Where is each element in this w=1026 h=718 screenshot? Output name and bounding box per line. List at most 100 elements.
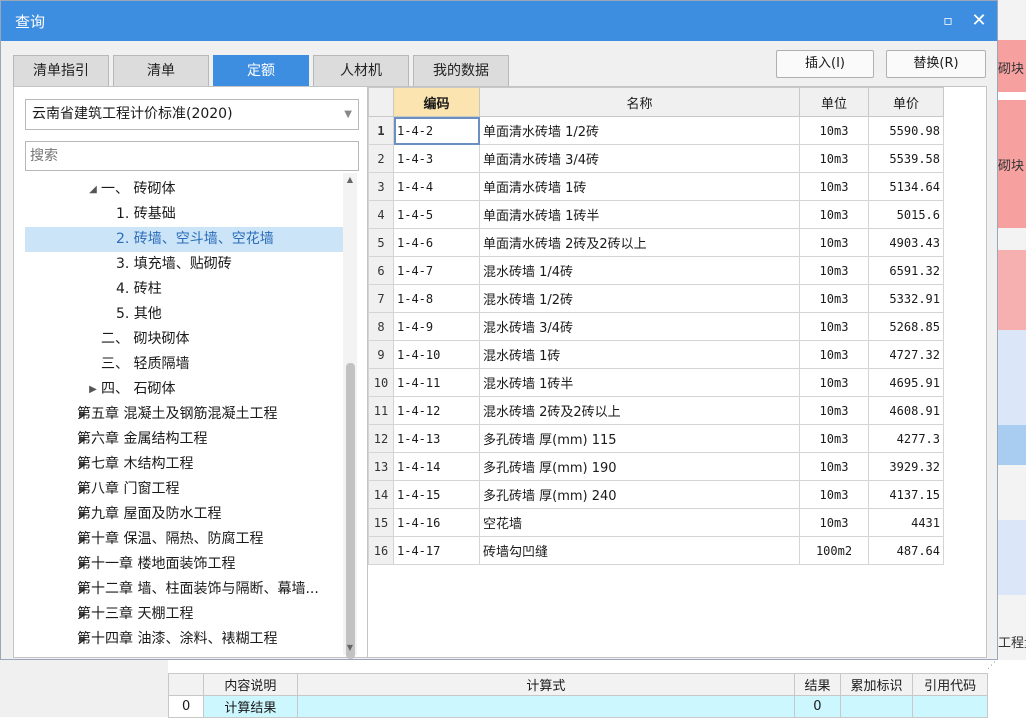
grid-cell-unit[interactable]: 10m3 — [799, 340, 869, 369]
grid-cell-name[interactable]: 多孔砖墙 厚(mm) 115 — [479, 424, 800, 453]
grid-cell-code[interactable]: 1-4-9 — [393, 312, 480, 341]
grid-cell-unit[interactable]: 10m3 — [799, 424, 869, 453]
tab-my-data[interactable]: 我的数据 — [413, 55, 509, 87]
tree-item[interactable]: ▶ 第七章 木结构工程 — [25, 452, 345, 477]
grid-cell-name[interactable]: 多孔砖墙 厚(mm) 240 — [479, 480, 800, 509]
bg-col-accum[interactable]: 累加标识 — [839, 673, 914, 696]
col-code[interactable]: 编码 — [393, 87, 480, 117]
grid-row[interactable]: 6 1-4-7 混水砖墙 1/4砖 10m3 6591.32 — [368, 256, 944, 285]
grid-cell-price[interactable]: 5332.91 — [868, 284, 944, 313]
grid-cell-code[interactable]: 1-4-7 — [393, 256, 480, 285]
bg-col-result[interactable]: 结果 — [794, 673, 841, 696]
grid-cell-unit[interactable]: 10m3 — [799, 396, 869, 425]
tree-item[interactable]: ▶ 四、 石砌体 — [25, 377, 345, 402]
grid-cell-name[interactable]: 多孔砖墙 厚(mm) 190 — [479, 452, 800, 481]
grid-cell-unit[interactable]: 100m2 — [799, 536, 869, 565]
grid-cell-name[interactable]: 混水砖墙 3/4砖 — [479, 312, 800, 341]
grid-row[interactable]: 4 1-4-5 单面清水砖墙 1砖半 10m3 5015.6 — [368, 200, 944, 229]
grid-cell-unit[interactable]: 10m3 — [799, 312, 869, 341]
grid-cell-price[interactable]: 487.64 — [868, 536, 944, 565]
grid-cell-unit[interactable]: 10m3 — [799, 200, 869, 229]
grid-row[interactable]: 7 1-4-8 混水砖墙 1/2砖 10m3 5332.91 — [368, 284, 944, 313]
tree-item[interactable]: ▶ 第十四章 油漆、涂料、裱糊工程 — [25, 627, 345, 651]
col-price[interactable]: 单价 — [868, 87, 944, 117]
chevron-down-icon[interactable]: ▼ — [344, 100, 352, 129]
grid-cell-code[interactable]: 1-4-16 — [393, 508, 480, 537]
tree-item[interactable]: ▶ 第六章 金属结构工程 — [25, 427, 345, 452]
bg-row-formula[interactable] — [296, 695, 796, 718]
grid-cell-unit[interactable]: 10m3 — [799, 256, 869, 285]
grid-cell-code[interactable]: 1-4-2 — [393, 116, 480, 145]
grid-row[interactable]: 15 1-4-16 空花墙 10m3 4431 — [368, 508, 944, 537]
close-icon[interactable]: ✕ — [967, 9, 991, 33]
grid-row[interactable]: 8 1-4-9 混水砖墙 3/4砖 10m3 5268.85 — [368, 312, 944, 341]
grid-row[interactable]: 12 1-4-13 多孔砖墙 厚(mm) 115 10m3 4277.3 — [368, 424, 944, 453]
grid-cell-unit[interactable]: 10m3 — [799, 452, 869, 481]
tree-scroll-thumb[interactable] — [346, 363, 355, 659]
replace-button[interactable]: 替换(R) — [886, 50, 986, 78]
grid-cell-price[interactable]: 4277.3 — [868, 424, 944, 453]
grid-cell-code[interactable]: 1-4-4 — [393, 172, 480, 201]
grid-row[interactable]: 1 1-4-2 单面清水砖墙 1/2砖 10m3 5590.98 — [368, 116, 944, 145]
grid-cell-price[interactable]: 4903.43 — [868, 228, 944, 257]
tree-item[interactable]: ▶ 第五章 混凝土及钢筋混凝土工程 — [25, 402, 345, 427]
col-unit[interactable]: 单位 — [799, 87, 869, 117]
search-input[interactable] — [25, 141, 359, 171]
grid-row[interactable]: 11 1-4-12 混水砖墙 2砖及2砖以上 10m3 4608.91 — [368, 396, 944, 425]
bg-row-desc[interactable]: 计算结果 — [203, 695, 298, 718]
tree-item[interactable]: ▶ 第八章 门窗工程 — [25, 477, 345, 502]
grid-row[interactable]: 5 1-4-6 单面清水砖墙 2砖及2砖以上 10m3 4903.43 — [368, 228, 944, 257]
grid-cell-name[interactable]: 单面清水砖墙 1砖 — [479, 172, 800, 201]
grid-cell-code[interactable]: 1-4-15 — [393, 480, 480, 509]
grid-cell-unit[interactable]: 10m3 — [799, 116, 869, 145]
tree-item[interactable]: 二、 砌块砌体 — [25, 327, 345, 352]
tree-item[interactable]: 2. 砖墙、空斗墙、空花墙 — [25, 227, 345, 252]
grid-cell-code[interactable]: 1-4-13 — [393, 424, 480, 453]
grid-cell-unit[interactable]: 10m3 — [799, 480, 869, 509]
grid-row[interactable]: 2 1-4-3 单面清水砖墙 3/4砖 10m3 5539.58 — [368, 144, 944, 173]
grid-cell-price[interactable]: 3929.32 — [868, 452, 944, 481]
grid-cell-unit[interactable]: 10m3 — [799, 284, 869, 313]
tree-item[interactable]: ▶ 第十二章 墙、柱面装饰与隔断、幕墙... — [25, 577, 345, 602]
grid-cell-name[interactable]: 混水砖墙 2砖及2砖以上 — [479, 396, 800, 425]
grid-cell-code[interactable]: 1-4-6 — [393, 228, 480, 257]
scroll-up-icon[interactable]: ▲ — [343, 173, 357, 187]
tree-item[interactable]: ▶ 第十章 保温、隔热、防腐工程 — [25, 527, 345, 552]
grid-cell-unit[interactable]: 10m3 — [799, 508, 869, 537]
grid-row[interactable]: 13 1-4-14 多孔砖墙 厚(mm) 190 10m3 3929.32 — [368, 452, 944, 481]
tree-item[interactable]: ◢ 一、 砖砌体 — [25, 177, 345, 202]
bg-col-desc[interactable]: 内容说明 — [203, 673, 298, 696]
tree-item[interactable]: 4. 砖柱 — [25, 277, 345, 302]
grid-cell-price[interactable]: 4695.91 — [868, 368, 944, 397]
grid-cell-code[interactable]: 1-4-8 — [393, 284, 480, 313]
grid-cell-name[interactable]: 砖墙勾凹缝 — [479, 536, 800, 565]
grid-cell-price[interactable]: 5134.64 — [868, 172, 944, 201]
grid-cell-price[interactable]: 4727.32 — [868, 340, 944, 369]
grid-cell-name[interactable]: 混水砖墙 1砖 — [479, 340, 800, 369]
grid-cell-price[interactable]: 4608.91 — [868, 396, 944, 425]
grid-cell-code[interactable]: 1-4-3 — [393, 144, 480, 173]
grid-row[interactable]: 14 1-4-15 多孔砖墙 厚(mm) 240 10m3 4137.15 — [368, 480, 944, 509]
tree-item[interactable]: 三、 轻质隔墙 — [25, 352, 345, 377]
grid-cell-name[interactable]: 单面清水砖墙 2砖及2砖以上 — [479, 228, 800, 257]
grid-cell-code[interactable]: 1-4-5 — [393, 200, 480, 229]
tab-quota[interactable]: 定额 — [213, 55, 309, 87]
grid-cell-name[interactable]: 混水砖墙 1/4砖 — [479, 256, 800, 285]
grid-cell-code[interactable]: 1-4-12 — [393, 396, 480, 425]
grid-cell-code[interactable]: 1-4-11 — [393, 368, 480, 397]
grid-row[interactable]: 10 1-4-11 混水砖墙 1砖半 10m3 4695.91 — [368, 368, 944, 397]
grid-cell-unit[interactable]: 10m3 — [799, 228, 869, 257]
grid-cell-unit[interactable]: 10m3 — [799, 144, 869, 173]
grid-cell-name[interactable]: 混水砖墙 1/2砖 — [479, 284, 800, 313]
grid-cell-name[interactable]: 混水砖墙 1砖半 — [479, 368, 800, 397]
scroll-down-icon[interactable]: ▼ — [343, 641, 357, 655]
bg-row-ref[interactable] — [912, 695, 988, 718]
insert-button[interactable]: 插入(I) — [776, 50, 874, 78]
tree-scrollbar[interactable]: ▲ ▼ — [343, 173, 357, 659]
resize-grip-icon[interactable]: ⋰ — [987, 661, 997, 671]
grid-cell-price[interactable]: 5268.85 — [868, 312, 944, 341]
dialog-titlebar[interactable]: 查询 ▫ ✕ — [1, 1, 997, 41]
grid-cell-price[interactable]: 4137.15 — [868, 480, 944, 509]
standard-select[interactable]: 云南省建筑工程计价标准(2020) ▼ — [25, 99, 359, 130]
tree-item[interactable]: ▶ 第十一章 楼地面装饰工程 — [25, 552, 345, 577]
